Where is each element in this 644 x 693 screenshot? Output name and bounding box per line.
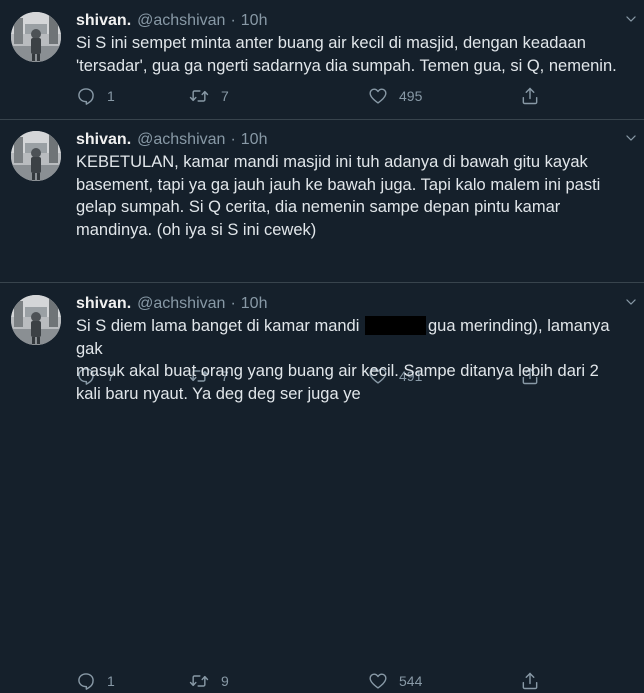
like-button[interactable]: 495 xyxy=(368,84,422,108)
like-count: 544 xyxy=(399,673,423,689)
avatar[interactable] xyxy=(11,12,61,62)
tweet-header: shivan. @achshivan · 10h xyxy=(76,10,267,32)
tweet[interactable]: shivan. @achshivan · 10h KEBETULAN, kamar m… xyxy=(0,119,644,283)
author-handle[interactable]: @achshivan xyxy=(137,131,225,148)
tweet-text: Si S diem lama banget di kamar mandi gua… xyxy=(76,315,636,405)
avatar[interactable] xyxy=(11,295,61,345)
tweet-actions: 1 7 495 xyxy=(72,84,632,108)
redaction-box xyxy=(364,316,426,335)
like-count: 495 xyxy=(399,88,423,104)
tweet-text: KEBETULAN, kamar mandi masjid ini tuh ad… xyxy=(76,153,601,239)
retweet-icon xyxy=(188,671,210,691)
reply-count: 1 xyxy=(107,673,115,689)
retweet-button[interactable]: 7 xyxy=(188,84,229,108)
reply-button[interactable]: 1 xyxy=(76,669,115,693)
separator-dot: · xyxy=(230,295,236,312)
retweet-button[interactable]: 9 xyxy=(188,669,229,693)
reply-count: 1 xyxy=(107,88,115,104)
share-icon xyxy=(520,671,540,691)
separator-dot: · xyxy=(230,12,236,29)
heart-icon xyxy=(368,86,388,106)
reply-icon xyxy=(76,671,96,691)
like-button[interactable]: 544 xyxy=(368,669,422,693)
tweet-timestamp[interactable]: 10h xyxy=(241,295,268,312)
author-name[interactable]: shivan. xyxy=(76,12,131,29)
avatar[interactable] xyxy=(11,131,61,181)
chevron-down-icon[interactable] xyxy=(624,295,638,309)
tweet[interactable]: shivan. @achshivan · 10h Si S diem lama ban… xyxy=(0,283,644,429)
share-icon xyxy=(520,86,540,106)
separator-dot: · xyxy=(230,131,236,148)
tweet[interactable]: shivan. @achshivan · 10h Si S ini sempet mi… xyxy=(0,0,644,120)
tweet-timestamp[interactable]: 10h xyxy=(241,12,268,29)
tweet-text-start: Si S diem lama banget di kamar mandi xyxy=(76,317,360,335)
author-name[interactable]: shivan. xyxy=(76,295,131,312)
retweet-count: 7 xyxy=(221,88,229,104)
share-button[interactable] xyxy=(520,84,540,108)
heart-icon xyxy=(368,671,388,691)
reply-button[interactable]: 1 xyxy=(76,84,115,108)
retweet-icon xyxy=(188,86,210,106)
reply-icon xyxy=(76,86,96,106)
chevron-down-icon[interactable] xyxy=(624,131,638,145)
tweet-timestamp[interactable]: 10h xyxy=(241,131,268,148)
tweet-actions: 1 9 544 xyxy=(72,669,632,693)
tweet-header: shivan. @achshivan · 10h xyxy=(76,129,267,151)
author-handle[interactable]: @achshivan xyxy=(137,12,225,29)
chevron-down-icon[interactable] xyxy=(624,12,638,26)
tweet-text: Si S ini sempet minta anter buang air ke… xyxy=(76,34,617,75)
share-button[interactable] xyxy=(520,669,540,693)
author-name[interactable]: shivan. xyxy=(76,131,131,148)
tweet-header: shivan. @achshivan · 10h xyxy=(76,293,267,315)
author-handle[interactable]: @achshivan xyxy=(137,295,225,312)
retweet-count: 9 xyxy=(221,673,229,689)
